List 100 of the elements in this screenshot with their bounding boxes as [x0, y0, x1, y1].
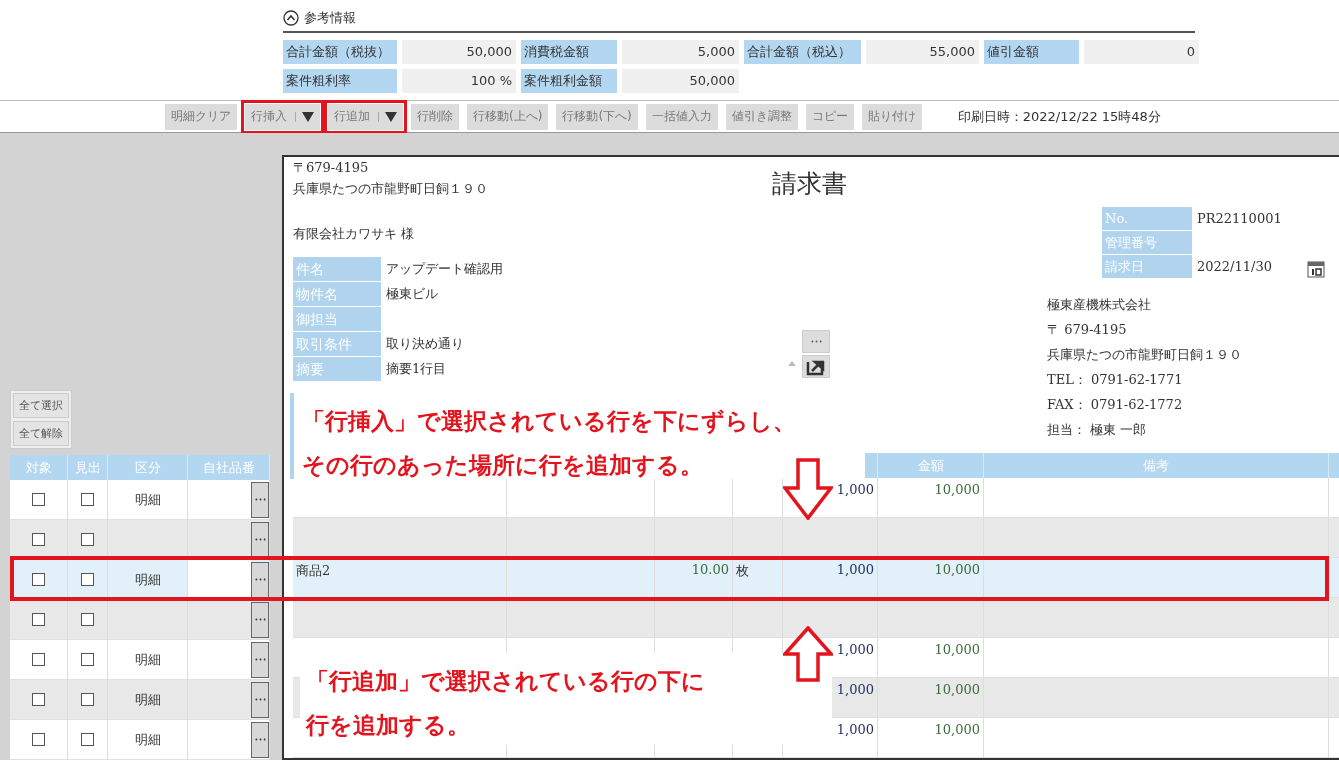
checkbox[interactable] — [32, 573, 45, 586]
customer-name: 有限会社カワサキ 様 — [293, 225, 416, 243]
field-value: 極東ビル — [386, 285, 438, 303]
checkbox[interactable] — [32, 733, 45, 746]
table-cell: 1,000 — [836, 482, 874, 497]
more-button[interactable] — [251, 561, 269, 598]
table-cell: 明細 — [134, 690, 161, 709]
section-title: 参考情報 — [304, 9, 356, 27]
more-button[interactable] — [251, 601, 269, 638]
checkbox[interactable] — [81, 573, 94, 586]
checkbox[interactable] — [81, 613, 94, 626]
toolbar-button[interactable]: 行削除 — [411, 103, 459, 130]
postal-code: 〒679-4195 — [293, 159, 370, 177]
checkbox[interactable] — [81, 653, 94, 666]
field-value: 摘要1行目 — [386, 360, 447, 378]
callout-text: 「行追加」で選択されている行の下に — [306, 667, 706, 696]
table-cell: 10,000 — [934, 562, 980, 577]
input-field[interactable] — [188, 560, 251, 599]
summary-value: 50,000 — [622, 69, 739, 93]
summary-label: 消費税金額 — [521, 40, 617, 64]
split-button[interactable]: 行追加 — [328, 103, 403, 130]
info-label: 管理番号 — [1102, 231, 1192, 254]
table-cell: 10,000 — [934, 682, 980, 697]
table-cell: 10,000 — [934, 482, 980, 497]
more-button[interactable] — [251, 721, 269, 758]
info-label: No. — [1102, 207, 1192, 230]
checkbox[interactable] — [81, 693, 94, 706]
caret-icon — [295, 111, 314, 122]
more-icon — [254, 618, 266, 621]
select-button[interactable]: 全て選択 — [13, 393, 69, 418]
document-title: 請求書 — [771, 168, 847, 200]
checkbox[interactable] — [32, 653, 45, 666]
table-cell: 明細 — [134, 490, 161, 509]
summary-value: 5,000 — [622, 40, 739, 64]
more-button[interactable] — [251, 681, 269, 718]
toolbar-button[interactable]: 貼り付け — [861, 103, 922, 130]
summary-label: 案件粗利率 — [283, 69, 397, 93]
more-icon — [254, 498, 266, 501]
split-button[interactable]: 行挿入 — [245, 103, 320, 130]
more-icon — [810, 340, 822, 343]
checkbox[interactable] — [32, 533, 45, 546]
caret-icon — [378, 111, 397, 122]
field-label: 取引条件 — [293, 332, 381, 356]
summary-value: 100 % — [402, 69, 516, 93]
toolbar-button[interactable]: 行移動(上へ) — [467, 103, 549, 130]
summary-value: 0 — [1084, 40, 1199, 64]
table-cell: 商品2 — [296, 563, 331, 578]
checkbox[interactable] — [32, 493, 45, 506]
more-button[interactable] — [251, 521, 269, 558]
company-info: FAX： 0791-62-1772 — [1047, 396, 1184, 414]
collapse-icon[interactable] — [283, 10, 299, 26]
summary-label: 値引金額 — [984, 40, 1079, 64]
company-info: 兵庫県たつの市龍野町日飼１９０ — [1047, 346, 1243, 364]
table-cell: 10,000 — [934, 722, 980, 737]
callout-text: その行のあった場所に行を追加する。 — [302, 451, 704, 480]
checkbox[interactable] — [81, 533, 94, 546]
export-button[interactable] — [802, 355, 830, 378]
info-value: 2022/11/30 — [1197, 259, 1272, 274]
print-date: 印刷日時：2022/12/22 15時48分 — [957, 107, 1161, 126]
field-value: アップデート確認用 — [386, 260, 503, 278]
table-cell: 明細 — [134, 570, 161, 589]
company-info: TEL： 0791-62-1771 — [1047, 371, 1184, 389]
info-label: 請求日 — [1102, 255, 1192, 278]
summary-label: 案件粗利金額 — [521, 69, 617, 93]
more-button[interactable] — [251, 481, 269, 518]
field-label: 御担当 — [293, 307, 381, 331]
checkbox[interactable] — [81, 733, 94, 746]
callout-text: 行を追加する。 — [306, 711, 471, 740]
table-cell: 1,000 — [836, 562, 874, 577]
toolbar-button[interactable]: 値引き調整 — [725, 103, 798, 130]
toolbar-button[interactable]: 明細クリア — [165, 103, 237, 130]
company-info: 担当： 極東 一郎 — [1047, 421, 1148, 439]
toolbar-button[interactable]: 一括値入力 — [645, 103, 718, 130]
info-value: PR22110001 — [1197, 211, 1282, 226]
callout-text: 「行挿入」で選択されている行を下にずらし、 — [302, 407, 797, 436]
table-cell: 1,000 — [836, 642, 874, 657]
summary-value: 50,000 — [402, 40, 516, 64]
summary-label: 合計金額（税抜） — [283, 40, 397, 64]
select-button[interactable]: 全て解除 — [13, 421, 69, 446]
toolbar-button[interactable]: 行移動(下へ) — [556, 103, 638, 130]
field-label: 摘要 — [293, 357, 381, 381]
more-icon — [254, 578, 266, 581]
more-button[interactable] — [251, 641, 269, 678]
summary-label: 合計金額（税込） — [744, 40, 861, 64]
checkbox[interactable] — [81, 493, 94, 506]
calendar-icon[interactable] — [1307, 260, 1325, 278]
company-info: 〒 679-4195 — [1047, 321, 1128, 339]
table-cell: 1,000 — [836, 722, 874, 737]
summary-value: 55,000 — [866, 40, 979, 64]
toolbar-button[interactable]: コピー — [805, 103, 854, 130]
table-cell: 明細 — [134, 730, 161, 749]
table-cell: 1,000 — [836, 682, 874, 697]
more-icon — [254, 658, 266, 661]
more-icon — [254, 538, 266, 541]
more-icon — [254, 738, 266, 741]
field-value: 取り決め通り — [386, 335, 464, 353]
table-cell: 10,000 — [934, 642, 980, 657]
checkbox[interactable] — [32, 693, 45, 706]
checkbox[interactable] — [32, 613, 45, 626]
table-cell: 枚 — [736, 563, 749, 578]
